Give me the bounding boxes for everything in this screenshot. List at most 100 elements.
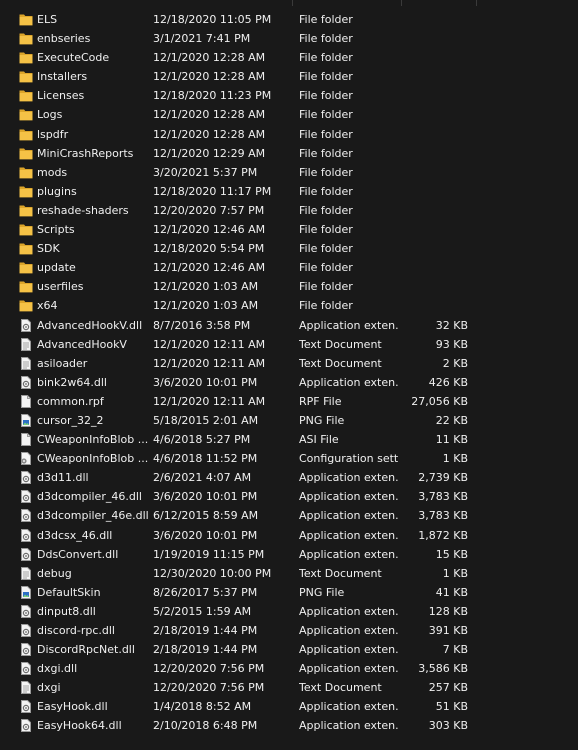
file-row[interactable]: x64 12/1/2020 1:03 AM File folder [0,296,578,315]
file-row[interactable]: CWeaponInfoBlob ... 4/6/2018 11:52 PM Conf… [0,449,578,468]
file-row[interactable]: Scripts 12/1/2020 12:46 AM File folder [0,220,578,239]
file-type: File folder [299,242,353,256]
file-date-modified: 12/1/2020 1:03 AM [153,299,259,313]
file-row[interactable]: d3dcompiler_46e.dll 6/12/2015 8:59 AM Appl… [0,506,578,525]
file-size: 32 KB [435,318,468,332]
file-size: 2,739 KB [418,471,468,485]
folder-icon [19,223,33,236]
folder-icon [19,261,33,274]
file-name: EasyHook64.dll [37,719,122,733]
file-date-modified: 12/1/2020 12:29 AM [153,146,266,160]
file-row[interactable]: Installers 12/1/2020 12:28 AM File folder [0,67,578,86]
file-size: 7 KB [442,643,468,657]
file-date-modified: 12/1/2020 12:46 AM [153,261,266,275]
file-row[interactable]: bink2w64.dll 3/6/2020 10:01 PM Application… [0,373,578,392]
file-name: dxgi.dll [37,662,78,676]
file-name: asiloader [37,356,88,370]
file-row[interactable]: AdvancedHookV.dll 8/7/2016 3:58 PM Applica… [0,316,578,335]
file-name: lspdfr [37,127,69,141]
folder-icon [19,51,33,64]
file-type: File folder [299,32,353,46]
file-type: File folder [299,146,353,160]
file-date-modified: 2/10/2018 6:48 PM [153,719,258,733]
file-row[interactable]: Logs 12/1/2020 12:28 AM File folder [0,105,578,124]
file-date-modified: 12/1/2020 1:03 AM [153,280,259,294]
file-row[interactable]: cursor_32_2 5/18/2015 2:01 AM PNG File 22 K… [0,411,578,430]
file-row[interactable]: asiloader 12/1/2020 12:11 AM Text Document… [0,354,578,373]
file-row[interactable]: d3dcsx_46.dll 3/6/2020 10:01 PM Applicatio… [0,526,578,545]
file-type: PNG File [299,413,345,427]
file-name: Scripts [37,223,75,237]
file-date-modified: 12/18/2020 11:05 PM [153,13,272,26]
file-row[interactable]: dxgi.dll 12/20/2020 7:56 PM Application ex… [0,659,578,678]
file-row[interactable]: EasyHook.dll 1/4/2018 8:52 AM Application … [0,697,578,716]
file-row[interactable]: dxgi 12/20/2020 7:56 PM Text Document 257 K… [0,678,578,697]
file-type: Application exten... [299,624,399,637]
file-type: File folder [299,70,353,84]
file-name: d3d11.dll [37,471,89,485]
file-size: 1 KB [442,452,468,466]
column-divider[interactable] [292,0,293,6]
file-type: Application exten... [299,490,399,504]
file-row[interactable]: AdvancedHookV 12/1/2020 12:11 AM Text Docu… [0,335,578,354]
folder-icon [19,299,33,312]
folder-icon [19,32,33,45]
file-name: bink2w64.dll [37,375,107,389]
file-size: 257 KB [428,681,468,695]
file-type: Application exten... [299,528,399,542]
file-row[interactable]: common.rpf 12/1/2020 12:11 AM RPF File 27,0… [0,392,578,411]
file-row[interactable]: SDK 12/18/2020 5:54 PM File folder [0,239,578,258]
file-size: 22 KB [435,413,468,427]
file-name: cursor_32_2 [37,413,104,427]
file-date-modified: 12/1/2020 12:11 AM [153,337,266,351]
file-row[interactable]: enbseries 3/1/2021 7:41 PM File folder [0,29,578,48]
file-row[interactable]: DiscordRpcNet.dll 2/18/2019 1:44 PM Applic… [0,640,578,659]
file-row[interactable]: dinput8.dll 5/2/2015 1:59 AM Application e… [0,602,578,621]
file-type: Text Document [299,566,382,580]
file-date-modified: 1/19/2019 11:15 PM [153,547,265,561]
dll-icon [19,604,33,618]
file-name: userfiles [37,280,84,294]
folder-icon [19,204,33,217]
file-row[interactable]: discord-rpc.dll 2/18/2019 1:44 PM Applicat… [0,621,578,640]
file-type: File folder [299,299,353,313]
file-date-modified: 8/26/2017 5:37 PM [153,585,258,599]
file-date-modified: 1/4/2018 8:52 AM [153,700,252,714]
file-date-modified: 12/20/2020 7:57 PM [153,203,265,217]
file-row[interactable]: DdsConvert.dll 1/19/2019 11:15 PM Applicat… [0,545,578,564]
file-row[interactable]: lspdfr 12/1/2020 12:28 AM File folder [0,125,578,144]
file-type: RPF File [299,394,342,408]
file-type: File folder [299,165,353,179]
blank-file-icon [19,394,33,408]
file-row[interactable]: d3d11.dll 2/6/2021 4:07 AM Application ext… [0,468,578,487]
file-row[interactable]: userfiles 12/1/2020 1:03 AM File folder [0,277,578,296]
file-row[interactable]: MiniCrashReports 12/1/2020 12:29 AM File f… [0,144,578,163]
file-type: File folder [299,261,353,275]
folder-icon [19,242,33,255]
file-row[interactable]: plugins 12/18/2020 11:17 PM File folder [0,182,578,201]
folder-icon [19,147,33,160]
file-row[interactable]: debug 12/30/2020 10:00 PM Text Document 1 K… [0,564,578,583]
file-row[interactable]: update 12/1/2020 12:46 AM File folder [0,258,578,277]
file-date-modified: 12/18/2020 11:23 PM [153,89,272,103]
file-name: Logs [37,108,63,122]
column-divider[interactable] [476,0,477,6]
file-row[interactable]: ExecuteCode 12/1/2020 12:28 AM File folder [0,48,578,67]
dll-icon [19,318,33,332]
file-name: Installers [37,70,88,84]
file-row[interactable]: ELS 12/18/2020 11:05 PM File folder [0,10,578,29]
file-type: File folder [299,89,353,103]
file-row[interactable]: mods 3/20/2021 5:37 PM File folder [0,163,578,182]
file-name: DdsConvert.dll [37,547,119,561]
file-type: Text Document [299,337,382,351]
file-row[interactable]: EasyHook64.dll 2/10/2018 6:48 PM Applicati… [0,716,578,735]
file-type: Application exten... [299,700,399,714]
text-document-icon [19,356,33,370]
file-row[interactable]: reshade-shaders 12/20/2020 7:57 PM File fo… [0,201,578,220]
file-row[interactable]: Licenses 12/18/2020 11:23 PM File folder [0,86,578,105]
column-divider[interactable] [401,0,402,6]
file-name: CWeaponInfoBlob ... [37,452,149,466]
file-row[interactable]: CWeaponInfoBlob ... 4/6/2018 5:27 PM ASI F… [0,430,578,449]
file-row[interactable]: DefaultSkin 8/26/2017 5:37 PM PNG File 41 K… [0,583,578,602]
file-row[interactable]: d3dcompiler_46.dll 3/6/2020 10:01 PM Appli… [0,487,578,506]
